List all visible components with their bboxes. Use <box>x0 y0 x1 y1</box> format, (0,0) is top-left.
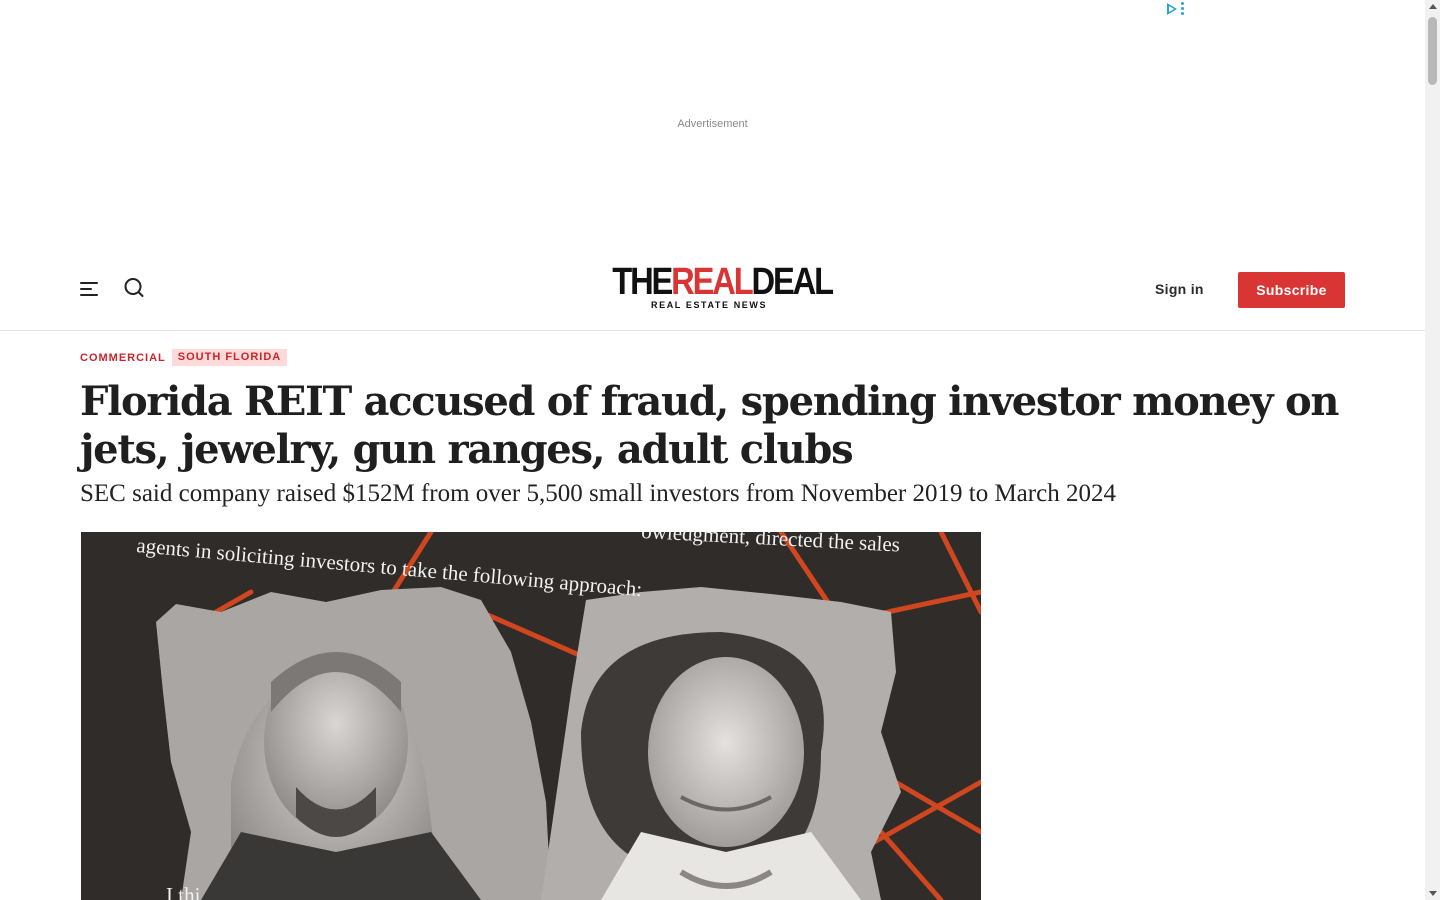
the-real-deal-logo[interactable]: THEREALDEAL REAL ESTATE NEWS <box>611 261 834 312</box>
logo-the: THE <box>612 261 673 303</box>
article-tags: COMMERCIAL SOUTH FLORIDA <box>80 349 288 366</box>
adchoices-play-icon <box>1167 2 1177 15</box>
hamburger-menu-icon[interactable] <box>80 280 100 298</box>
ad-area: Advertisement <box>0 0 1425 250</box>
site-header: THEREALDEAL REAL ESTATE NEWS Sign in Sub… <box>0 250 1425 331</box>
page-scrollbar[interactable] <box>1425 0 1440 900</box>
tag-commercial[interactable]: COMMERCIAL <box>80 350 166 366</box>
scroll-down-icon[interactable] <box>1429 891 1437 896</box>
adchoices-more-icon <box>1181 2 1184 15</box>
scrollbar-thumb[interactable] <box>1428 17 1437 85</box>
article-headline: Florida REIT accused of fraud, spending … <box>80 378 1339 473</box>
hero-text-bottom: I thi <box>166 883 201 900</box>
hero-image: agents in soliciting investors to take t… <box>81 532 981 900</box>
article-subheadline: SEC said company raised $152M from over … <box>80 480 1116 507</box>
advertisement-label: Advertisement <box>677 118 748 130</box>
adchoices-icon[interactable] <box>1167 2 1184 15</box>
subscribe-button[interactable]: Subscribe <box>1238 272 1345 308</box>
sign-in-link[interactable]: Sign in <box>1155 281 1204 297</box>
logo-tagline: REAL ESTATE NEWS <box>651 300 768 310</box>
scroll-up-icon[interactable] <box>1429 4 1437 9</box>
logo-deal: DEAL <box>751 261 835 303</box>
tag-south-florida[interactable]: SOUTH FLORIDA <box>171 349 288 366</box>
logo-real: REAL <box>671 261 754 303</box>
search-icon[interactable] <box>123 277 145 299</box>
